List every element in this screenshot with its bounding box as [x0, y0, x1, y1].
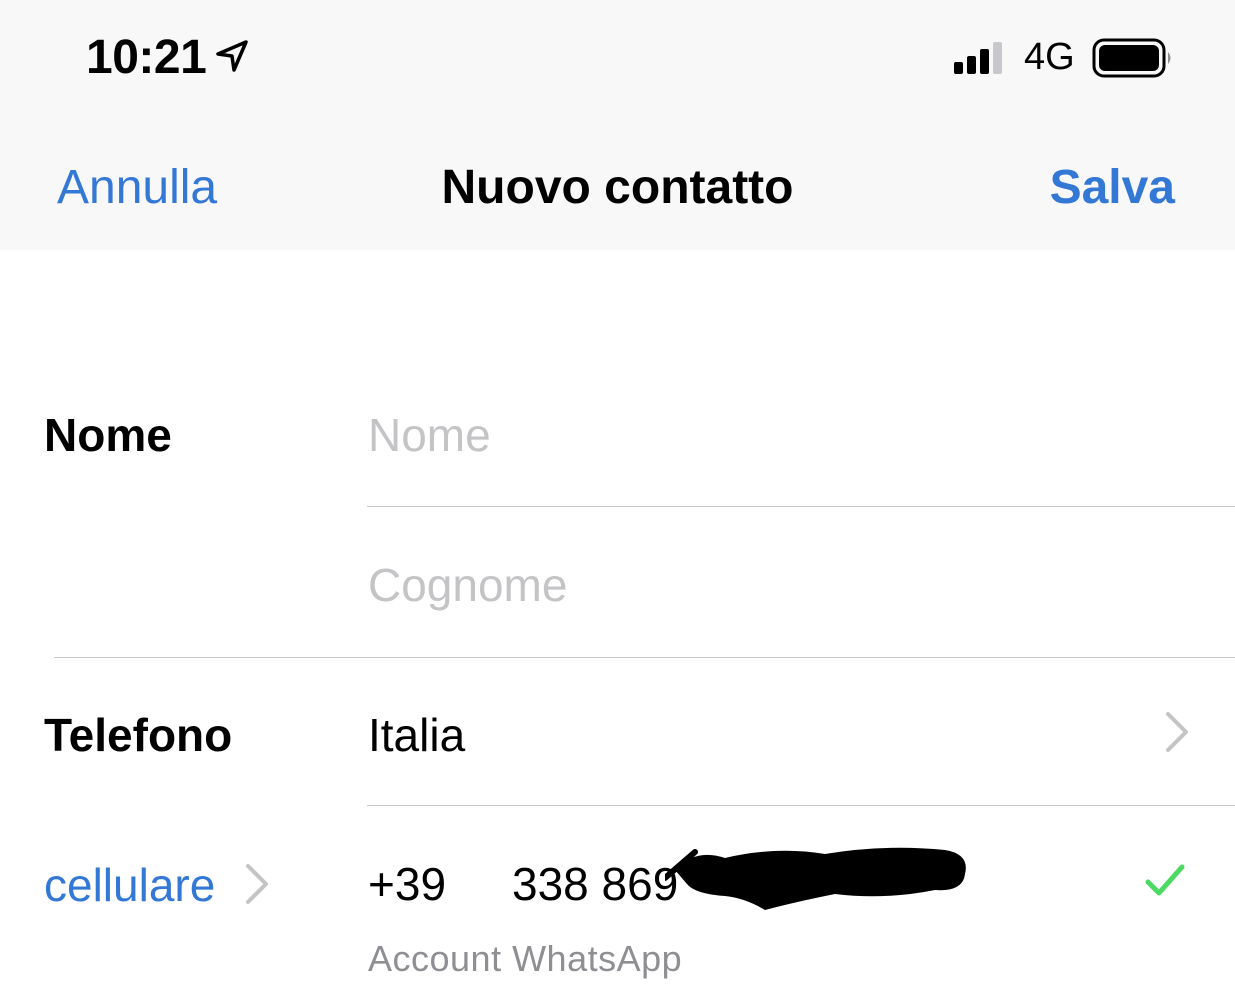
divider	[367, 506, 1235, 507]
phone-section-label: Telefono	[44, 709, 233, 761]
divider	[367, 805, 1235, 806]
divider	[54, 657, 1235, 658]
country-selector[interactable]: Italia	[368, 708, 465, 762]
save-button[interactable]: Salva	[1050, 160, 1175, 215]
network-type: 4G	[1024, 36, 1075, 78]
name-section-label: Nome	[44, 409, 172, 461]
chevron-right-icon[interactable]	[1163, 710, 1191, 754]
phone-number-field[interactable]: 338 869	[512, 857, 678, 911]
status-time: 10:21	[86, 31, 207, 84]
signal-bars-icon	[954, 42, 1002, 74]
verified-check-icon	[1145, 864, 1185, 896]
phone-type-button[interactable]: cellulare	[44, 858, 215, 912]
last-name-field[interactable]: Cognome	[368, 558, 567, 612]
chevron-right-icon[interactable]	[243, 862, 271, 906]
location-arrow-icon	[216, 40, 248, 72]
battery-icon	[1092, 38, 1171, 78]
country-code[interactable]: +39	[368, 857, 446, 911]
redaction-scribble	[665, 847, 966, 910]
first-name-field[interactable]: Nome	[368, 408, 491, 462]
top-bar: 10:21 4G Annulla Nuovo contatto Salva	[0, 0, 1235, 250]
whatsapp-account-note: Account WhatsApp	[368, 938, 683, 979]
